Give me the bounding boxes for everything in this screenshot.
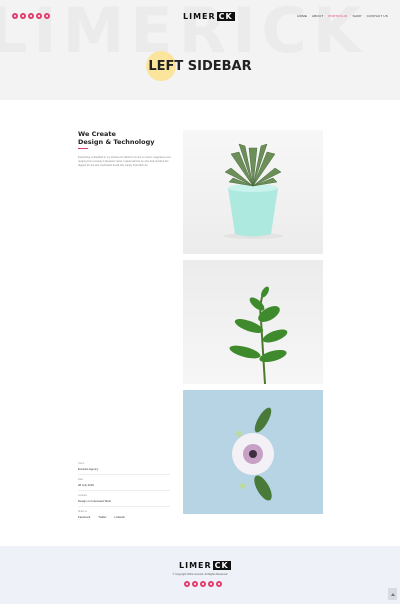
footer-social-icons	[184, 581, 222, 587]
flower-illustration	[232, 407, 274, 501]
footer-logo-text: LIMER	[179, 561, 212, 570]
divider	[78, 490, 170, 491]
footer-logo[interactable]: LIMER CK	[179, 561, 231, 570]
info-date: Date 28 July 2019	[78, 478, 170, 491]
location-label: Location	[78, 494, 88, 497]
main-nav: HOME ABOUT PORTFOLIO SHOP CONTACT US	[297, 14, 388, 18]
behance-icon[interactable]	[36, 13, 42, 19]
date-value: 28 July 2019	[78, 483, 94, 487]
linkedin-icon[interactable]	[28, 13, 34, 19]
behance-icon[interactable]	[208, 581, 214, 587]
logo-box-text: CK	[216, 12, 235, 21]
hero-section: LIMERICK LIMER CK HOME ABOUT PORTFOLIO S…	[0, 0, 400, 100]
sidebar-title-line1: We Create	[78, 130, 116, 138]
nav-shop[interactable]: SHOP	[352, 14, 361, 18]
logo-text: LIMER	[183, 12, 216, 21]
photo-succulent[interactable]	[183, 130, 323, 254]
location-value: Design on Interested Work	[78, 499, 112, 503]
nav-home[interactable]: HOME	[297, 14, 307, 18]
info-client: Client Envirato Agency	[78, 462, 170, 475]
nav-about[interactable]: ABOUT	[312, 14, 323, 18]
facebook-icon[interactable]	[184, 581, 190, 587]
sidebar-description: Everything embedded in my shelves for fa…	[78, 156, 171, 168]
info-share: Share to Facebook Twitter Linkedin	[78, 510, 170, 519]
share-label: Share to	[78, 510, 88, 513]
rubber-plant-illustration	[229, 286, 288, 384]
linkedin-icon[interactable]	[200, 581, 206, 587]
dribbble-icon[interactable]	[44, 13, 50, 19]
scroll-to-top-button[interactable]	[388, 588, 397, 600]
footer-logo-box-text: CK	[212, 561, 231, 570]
client-label: Client	[78, 462, 85, 465]
divider	[78, 506, 170, 507]
nav-contact[interactable]: CONTACT US	[367, 14, 388, 18]
share-facebook-link[interactable]: Facebook	[78, 515, 90, 519]
twitter-icon[interactable]	[192, 581, 198, 587]
site-logo[interactable]: LIMER CK	[183, 12, 235, 21]
title-underline	[78, 148, 88, 149]
share-twitter-link[interactable]: Twitter	[98, 515, 106, 519]
copyright-text: © Copyright 2019 Limerick. All Rights Re…	[172, 573, 228, 576]
dribbble-icon[interactable]	[216, 581, 222, 587]
nav-portfolio[interactable]: PORTFOLIO	[328, 14, 347, 18]
sidebar-title-line2: Design & Technology	[78, 138, 155, 146]
succulent-illustration	[223, 143, 283, 239]
share-links: Facebook Twitter Linkedin	[78, 515, 170, 519]
share-linkedin-link[interactable]: Linkedin	[115, 515, 125, 519]
info-location: Location Design on Interested Work	[78, 494, 170, 507]
photo-rubber-plant[interactable]	[183, 260, 323, 384]
date-label: Date	[78, 478, 84, 481]
photo-flower[interactable]	[183, 390, 323, 514]
sidebar-title: We Create Design & Technology	[78, 130, 155, 146]
hero-watermark: LIMERICK	[0, 0, 367, 67]
divider	[78, 474, 170, 475]
page-title: LEFT SIDEBAR	[148, 59, 252, 74]
facebook-icon[interactable]	[12, 13, 18, 19]
client-value: Envirato Agency	[78, 467, 99, 471]
header-social-icons	[12, 13, 50, 19]
twitter-icon[interactable]	[20, 13, 26, 19]
